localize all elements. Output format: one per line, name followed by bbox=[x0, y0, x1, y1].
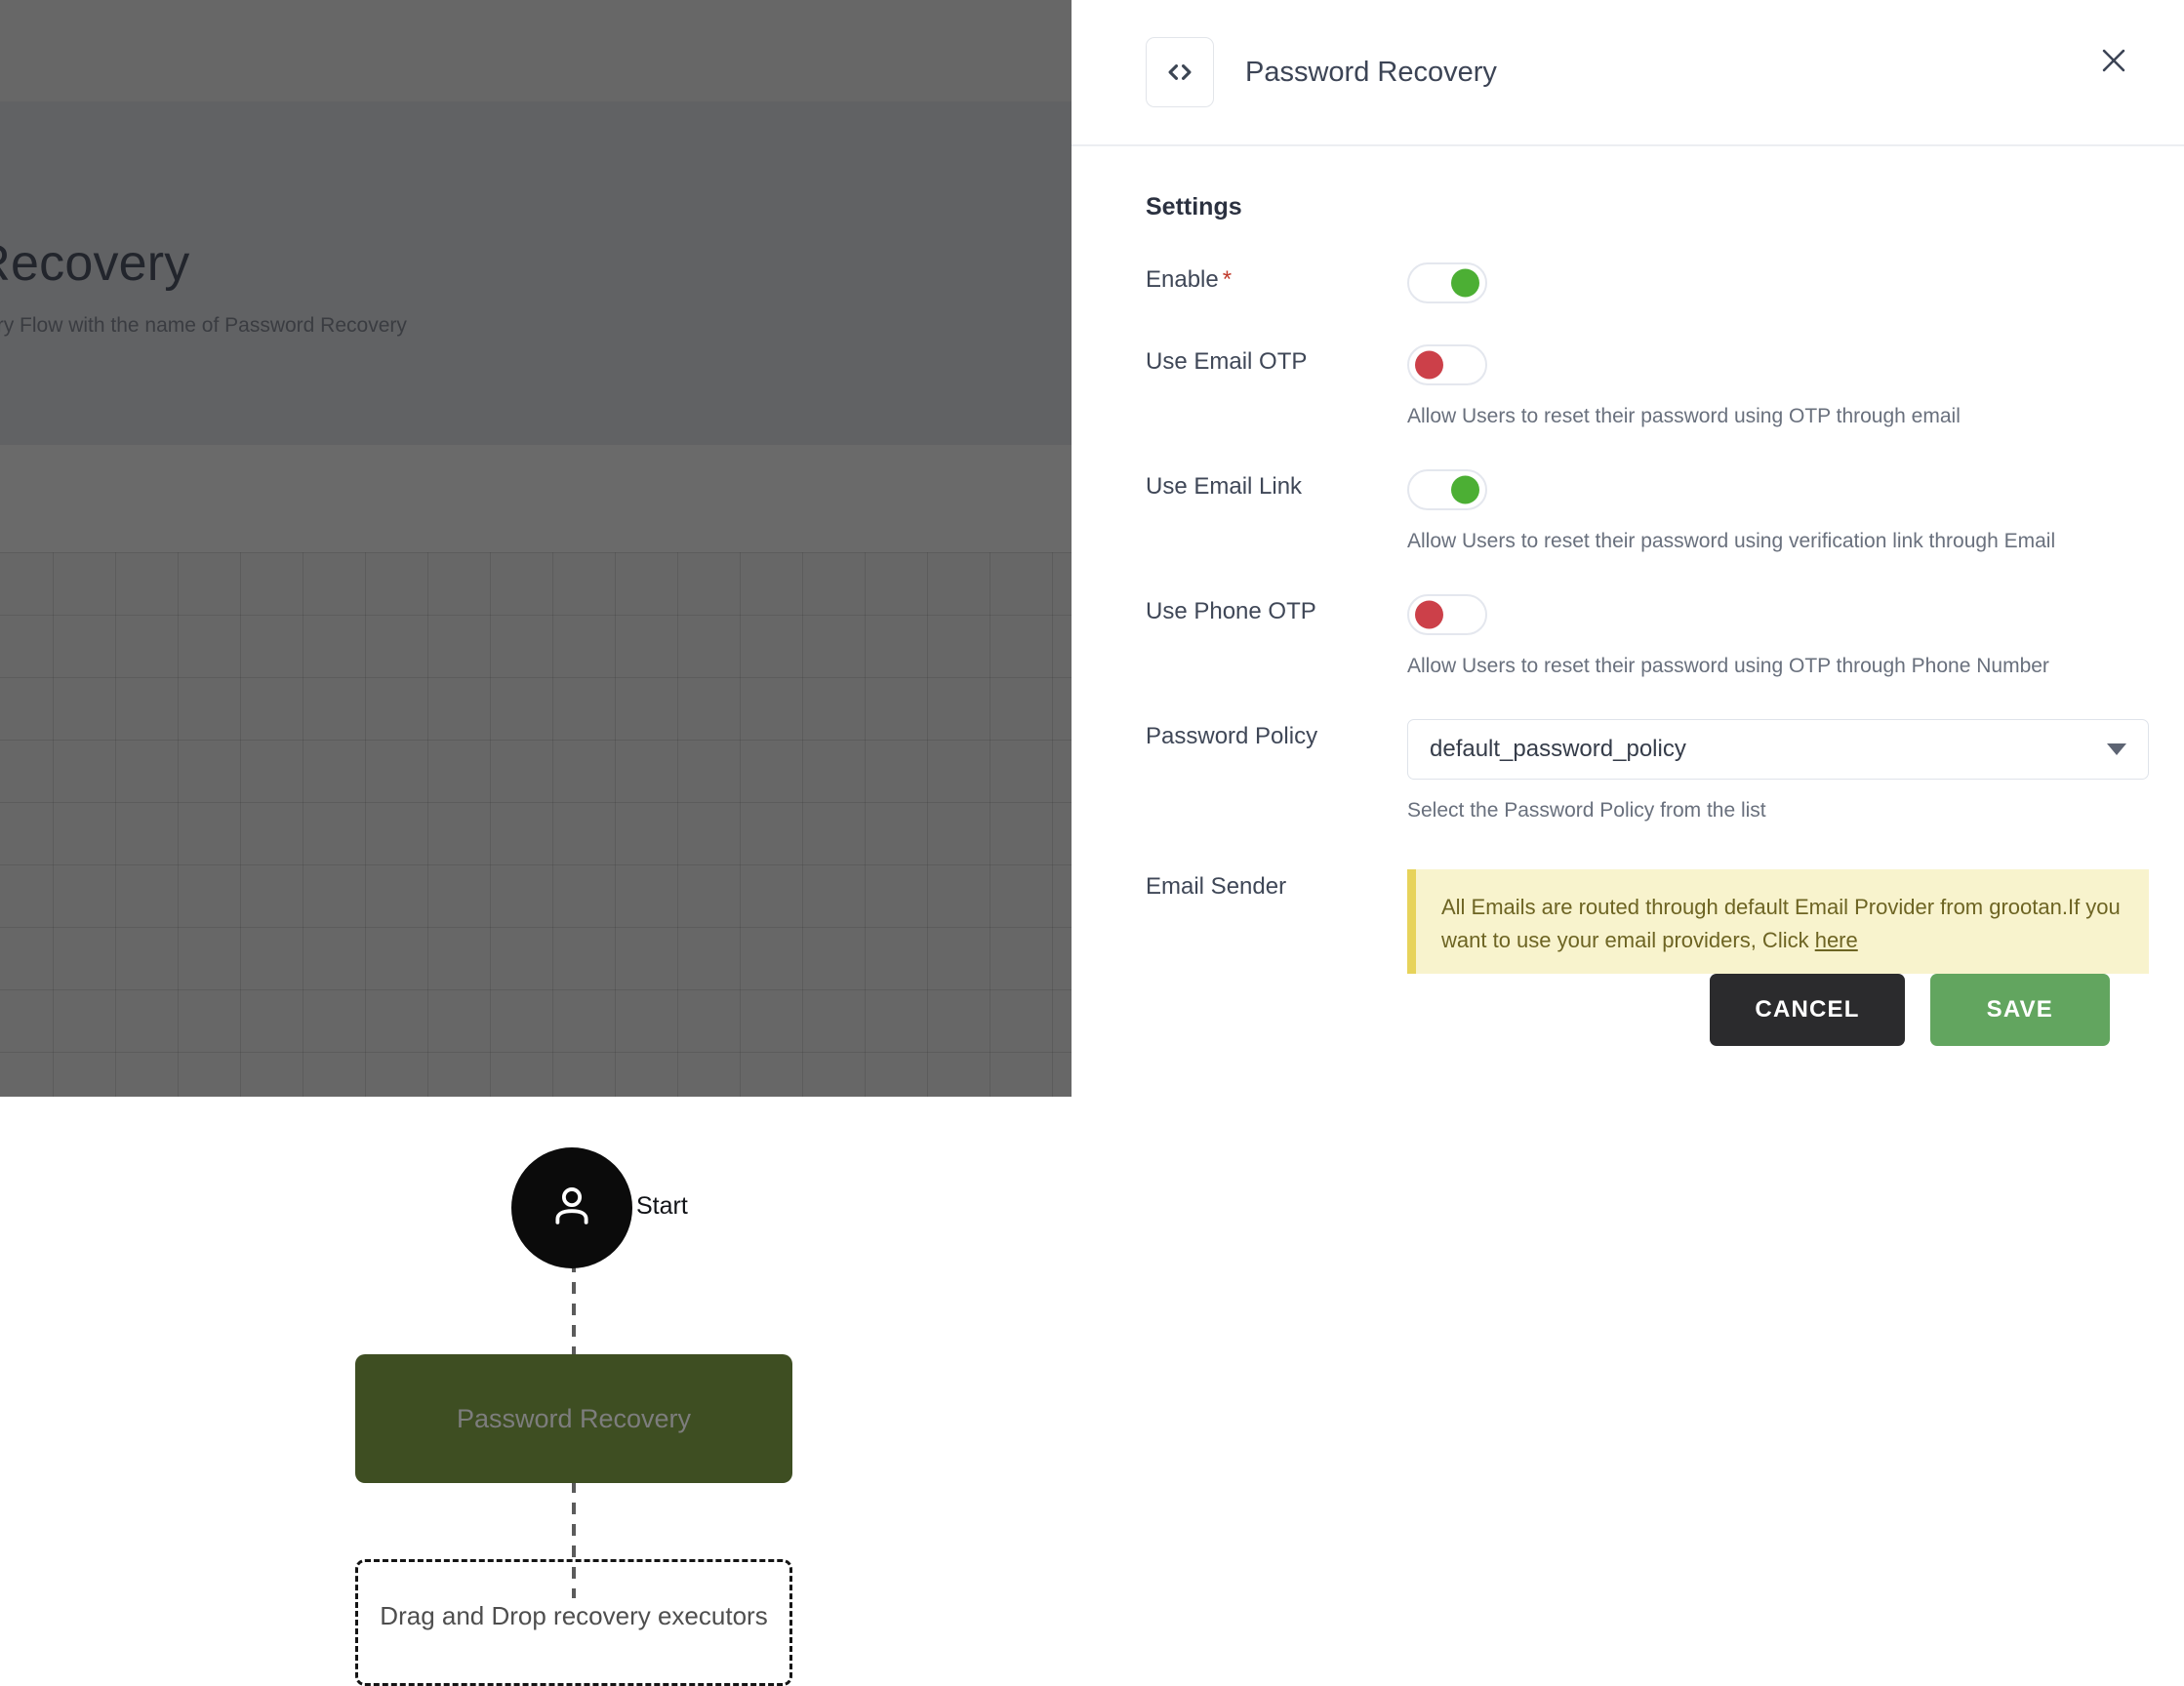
settings-section-title: Settings bbox=[1146, 193, 2110, 221]
code-icon bbox=[1146, 37, 1214, 107]
user-icon bbox=[546, 1180, 598, 1237]
field-password-policy: Password Policy default_password_policy … bbox=[1146, 719, 2110, 823]
drawer-title: Password Recovery bbox=[1245, 57, 1497, 89]
page-title: rd Recovery bbox=[0, 234, 190, 293]
field-phone-otp-helper: Allow Users to reset their password usin… bbox=[1407, 655, 2110, 678]
field-password-policy-label: Password Policy bbox=[1146, 719, 1407, 750]
flow-edge-start-to-node bbox=[572, 1261, 576, 1354]
password-policy-select[interactable]: default_password_policy bbox=[1407, 719, 2149, 780]
page-subtitle: nrecovery Flow with the name of Password… bbox=[0, 314, 407, 338]
drawer-header: Password Recovery bbox=[1072, 0, 2184, 146]
toggle-email-link[interactable] bbox=[1407, 469, 1487, 510]
field-phone-otp-label: Use Phone OTP bbox=[1146, 594, 1407, 625]
email-sender-alert-link[interactable]: here bbox=[1815, 928, 1858, 952]
drawer-footer: CANCEL SAVE bbox=[1072, 974, 2184, 1097]
toggle-phone-otp-knob bbox=[1415, 601, 1443, 629]
field-email-otp-helper: Allow Users to reset their password usin… bbox=[1407, 405, 2110, 428]
flow-node-password-recovery[interactable]: Password Recovery bbox=[355, 1354, 792, 1483]
field-email-otp-label: Use Email OTP bbox=[1146, 344, 1407, 376]
field-email-sender-label: Email Sender bbox=[1146, 869, 1407, 901]
field-phone-otp: Use Phone OTP Allow Users to reset their… bbox=[1146, 594, 2110, 678]
field-email-link-label: Use Email Link bbox=[1146, 469, 1407, 501]
chevron-down-icon bbox=[2107, 743, 2126, 755]
cancel-button[interactable]: CANCEL bbox=[1710, 974, 1904, 1046]
toggle-email-otp-knob bbox=[1415, 351, 1443, 380]
close-icon[interactable] bbox=[2090, 37, 2137, 84]
toggle-enable[interactable] bbox=[1407, 262, 1487, 303]
field-password-policy-helper: Select the Password Policy from the list bbox=[1407, 799, 2149, 823]
field-email-link: Use Email Link Allow Users to reset thei… bbox=[1146, 469, 2110, 553]
field-enable-label-text: Enable bbox=[1146, 266, 1219, 293]
password-recovery-drawer: Password Recovery Settings Enable* Use E… bbox=[1072, 0, 2184, 1097]
field-enable-label: Enable* bbox=[1146, 262, 1407, 294]
field-email-sender: Email Sender All Emails are routed throu… bbox=[1146, 869, 2110, 974]
toggle-email-otp[interactable] bbox=[1407, 344, 1487, 385]
email-sender-alert: All Emails are routed through default Em… bbox=[1407, 869, 2149, 974]
flow-node-start-label: Start bbox=[636, 1192, 688, 1221]
flow-node-start[interactable] bbox=[511, 1147, 632, 1268]
toggle-enable-knob bbox=[1451, 269, 1479, 298]
email-sender-alert-text: All Emails are routed through default Em… bbox=[1441, 895, 2121, 952]
toggle-phone-otp[interactable] bbox=[1407, 594, 1487, 635]
field-enable: Enable* bbox=[1146, 262, 2110, 303]
field-email-link-helper: Allow Users to reset their password usin… bbox=[1407, 530, 2110, 553]
required-marker: * bbox=[1223, 266, 1232, 293]
save-button[interactable]: SAVE bbox=[1930, 974, 2110, 1046]
field-email-otp: Use Email OTP Allow Users to reset their… bbox=[1146, 344, 2110, 428]
password-policy-selected-value: default_password_policy bbox=[1430, 736, 1686, 763]
drawer-body: Settings Enable* Use Email OTP Allow Use… bbox=[1072, 146, 2184, 974]
flow-dropzone[interactable]: Drag and Drop recovery executors bbox=[355, 1559, 792, 1686]
toggle-email-link-knob bbox=[1451, 476, 1479, 504]
